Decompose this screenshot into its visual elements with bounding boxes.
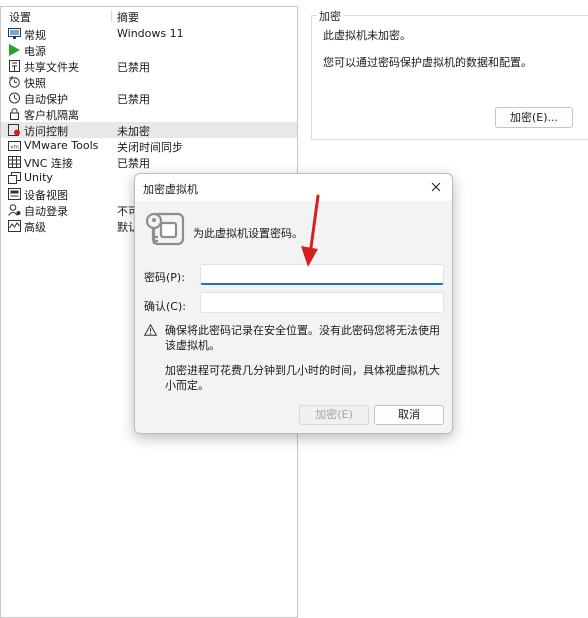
- warning-icon: [144, 324, 157, 336]
- lock-icon: [8, 108, 21, 120]
- list-item-summary: 未加密: [117, 125, 150, 138]
- advanced-icon: [8, 220, 21, 232]
- dialog-titlebar: 加密虚拟机: [135, 174, 452, 201]
- list-item-name: 高级: [24, 221, 46, 234]
- autologin-icon: [8, 204, 21, 216]
- list-item-snapshot[interactable]: 快照: [1, 74, 297, 90]
- list-item-name: Unity: [24, 171, 53, 184]
- list-item-name: 自动登录: [24, 205, 68, 218]
- encryption-description: 您可以通过密码保护虚拟机的数据和配置。: [323, 56, 532, 69]
- list-item-vnc[interactable]: VNC 连接 已禁用: [1, 154, 297, 170]
- list-item-vmware-tools[interactable]: vm VMware Tools 关闭时间同步: [1, 138, 297, 154]
- list-item-access-control[interactable]: 访问控制 未加密: [1, 122, 297, 138]
- list-item-autoprotect[interactable]: 自动保护 已禁用: [1, 90, 297, 106]
- duration-note: 加密进程可花费几分钟到几小时的时间，具体视虚拟机大小而定。: [165, 364, 440, 392]
- access-control-icon: [8, 124, 21, 136]
- header-divider: [111, 10, 112, 22]
- list-item-summary: 已禁用: [117, 157, 150, 170]
- unity-icon: [8, 172, 21, 184]
- header-summary: 摘要: [117, 11, 139, 24]
- list-item-shared-folders[interactable]: 共享文件夹 已禁用: [1, 58, 297, 74]
- cancel-button[interactable]: 取消: [374, 405, 444, 425]
- encrypt-confirm-button[interactable]: 加密(E): [299, 405, 369, 425]
- device-view-icon: [8, 188, 21, 200]
- close-button[interactable]: [426, 178, 446, 196]
- svg-text:vm: vm: [10, 145, 19, 151]
- list-item-name: 设备视图: [24, 189, 68, 202]
- header-setting: 设置: [9, 11, 31, 24]
- key-lock-icon: [145, 212, 185, 246]
- encryption-group: 加密 此虚拟机未加密。 您可以通过密码保护虚拟机的数据和配置。 加密(E)...: [311, 8, 588, 140]
- list-item-power[interactable]: 电源: [1, 42, 297, 58]
- vmware-tools-icon: vm: [8, 140, 21, 152]
- encryption-group-title: 加密: [317, 8, 343, 24]
- list-item-general[interactable]: 常规 Windows 11: [1, 26, 297, 42]
- list-item-summary: 已禁用: [117, 61, 150, 74]
- shared-folder-icon: [8, 60, 21, 72]
- list-item-name: 快照: [24, 77, 46, 90]
- encrypt-button[interactable]: 加密(E)...: [495, 107, 573, 128]
- list-item-name: 常规: [24, 29, 46, 42]
- clock-icon: [8, 92, 21, 104]
- list-item-name: 访问控制: [24, 125, 68, 138]
- snapshot-icon: [8, 76, 21, 88]
- confirm-label: 确认(C):: [144, 300, 186, 313]
- warning-text: 确保将此密码记录在安全位置。没有此密码您将无法使用该虚拟机。: [165, 324, 440, 352]
- confirm-password-field[interactable]: [200, 292, 444, 313]
- list-item-summary: 已禁用: [117, 93, 150, 106]
- list-item-name: 共享文件夹: [24, 61, 79, 74]
- list-item-summary: Windows 11: [117, 27, 184, 40]
- monitor-icon: [8, 28, 21, 40]
- encrypt-vm-dialog: 加密虚拟机 为此虚拟机设置密码。 密码(P): 确认(C): 确保将此密码记录在…: [134, 173, 453, 434]
- list-item-name: 客户机隔离: [24, 109, 79, 122]
- annotation-arrow: [301, 194, 320, 267]
- encryption-status: 此虚拟机未加密。: [323, 29, 411, 42]
- password-label: 密码(P):: [144, 271, 185, 284]
- list-item-name: 自动保护: [24, 93, 68, 106]
- list-item-name: 电源: [24, 45, 46, 58]
- vnc-icon: [8, 156, 21, 168]
- list-item-name: VNC 连接: [24, 157, 73, 170]
- close-icon: [431, 182, 441, 192]
- dialog-prompt: 为此虚拟机设置密码。: [193, 227, 303, 240]
- list-header: 设置 摘要: [1, 7, 297, 25]
- list-item-name: VMware Tools: [24, 139, 99, 152]
- dialog-title: 加密虚拟机: [143, 183, 198, 196]
- list-item-summary: 关闭时间同步: [117, 141, 183, 154]
- play-icon: [8, 44, 21, 56]
- list-item-guest-isolation[interactable]: 客户机隔离: [1, 106, 297, 122]
